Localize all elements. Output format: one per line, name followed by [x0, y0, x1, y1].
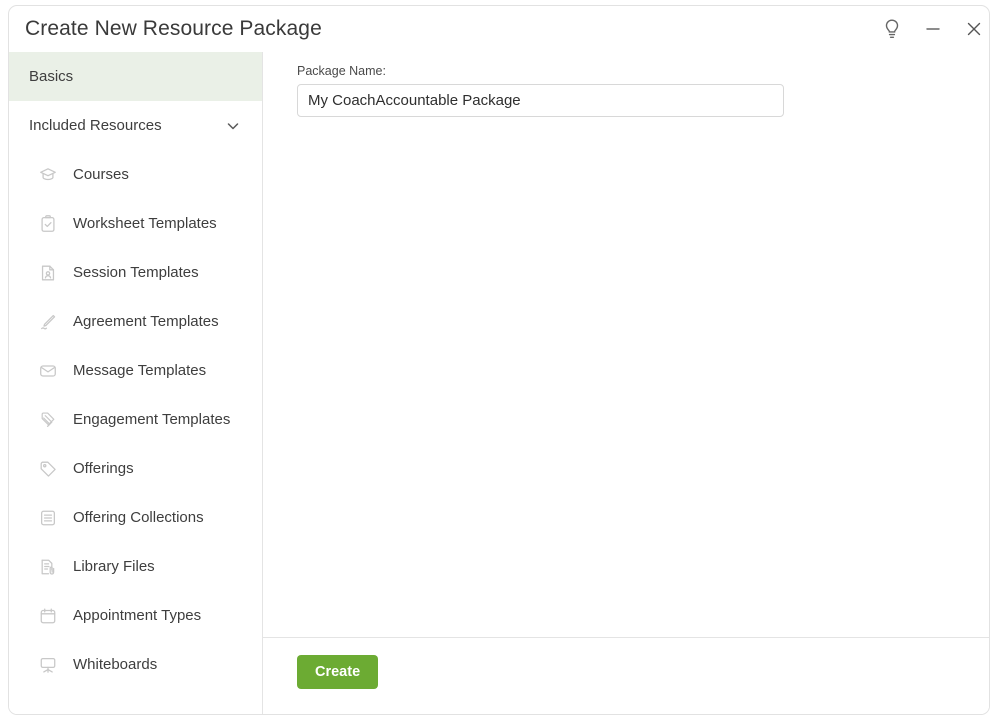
clipboard-check-icon: [37, 213, 59, 235]
package-name-label: Package Name:: [297, 64, 386, 78]
sidebar-item-courses[interactable]: Courses: [9, 150, 262, 199]
sidebar-item-label: Courses: [73, 166, 129, 183]
page-title: Create New Resource Package: [25, 17, 322, 40]
sidebar-item-label: Worksheet Templates: [73, 215, 217, 232]
sidebar-item-engagement-templates[interactable]: Engagement Templates: [9, 395, 262, 444]
sidebar-item-offerings[interactable]: Offerings: [9, 444, 262, 493]
sidebar-item-label: Whiteboards: [73, 656, 158, 673]
sidebar-item-appointment-types[interactable]: Appointment Types: [9, 591, 262, 640]
sidebar-item-label: Session Templates: [73, 264, 199, 281]
sidebar-item-worksheet-templates[interactable]: Worksheet Templates: [9, 199, 262, 248]
sidebar-item-agreement-templates[interactable]: Agreement Templates: [9, 297, 262, 346]
sidebar-item-basics[interactable]: Basics: [9, 52, 262, 101]
create-button[interactable]: Create: [297, 655, 379, 689]
help-lightbulb-icon[interactable]: [877, 14, 907, 44]
dialog-titlebar: Create New Resource Package: [9, 6, 989, 52]
chevron-down-icon[interactable]: [224, 117, 242, 135]
sidebar-item-session-templates[interactable]: Session Templates: [9, 248, 262, 297]
sidebar-item-offering-collections[interactable]: Offering Collections: [9, 493, 262, 542]
sidebar-item-whiteboards[interactable]: Whiteboards: [9, 640, 262, 689]
sidebar-item-label: Engagement Templates: [73, 411, 231, 428]
sidebar-item-library-files[interactable]: Library Files: [9, 542, 262, 591]
create-resource-package-dialog: Create New Resource Package Basics Inclu…: [8, 5, 990, 715]
sidebar-item-label: Appointment Types: [73, 607, 202, 624]
file-attachment-icon: [37, 556, 59, 578]
tag-icon: [37, 458, 59, 480]
close-icon[interactable]: [959, 14, 989, 44]
calendar-icon: [37, 605, 59, 627]
sidebar-item-label: Offerings: [73, 460, 134, 477]
document-person-icon: [37, 262, 59, 284]
graduation-cap-icon: [37, 164, 59, 186]
sidebar-item-label: Offering Collections: [73, 509, 204, 526]
minimize-icon[interactable]: [918, 14, 948, 44]
sidebar-group-label: Included Resources: [29, 117, 162, 134]
sidebar-item-label: Library Files: [73, 558, 155, 575]
dialog-footer: Create: [263, 637, 989, 714]
package-name-input[interactable]: [297, 84, 784, 117]
envelope-icon: [37, 360, 59, 382]
sidebar-item-label: Agreement Templates: [73, 313, 219, 330]
sidebar-item-label: Message Templates: [73, 362, 207, 379]
stacked-tags-icon: [37, 409, 59, 431]
sidebar-group-included-resources[interactable]: Included Resources: [9, 101, 262, 150]
basics-form: Package Name:: [263, 52, 989, 637]
easel-board-icon: [37, 654, 59, 676]
signature-pen-icon: [37, 311, 59, 333]
sidebar-item-message-templates[interactable]: Message Templates: [9, 346, 262, 395]
dialog-sidebar: Basics Included Resources Courses Worksh…: [9, 52, 263, 714]
sidebar-item-label: Basics: [29, 68, 74, 85]
dialog-main-panel: Package Name: Create: [263, 52, 989, 714]
list-box-icon: [37, 507, 59, 529]
